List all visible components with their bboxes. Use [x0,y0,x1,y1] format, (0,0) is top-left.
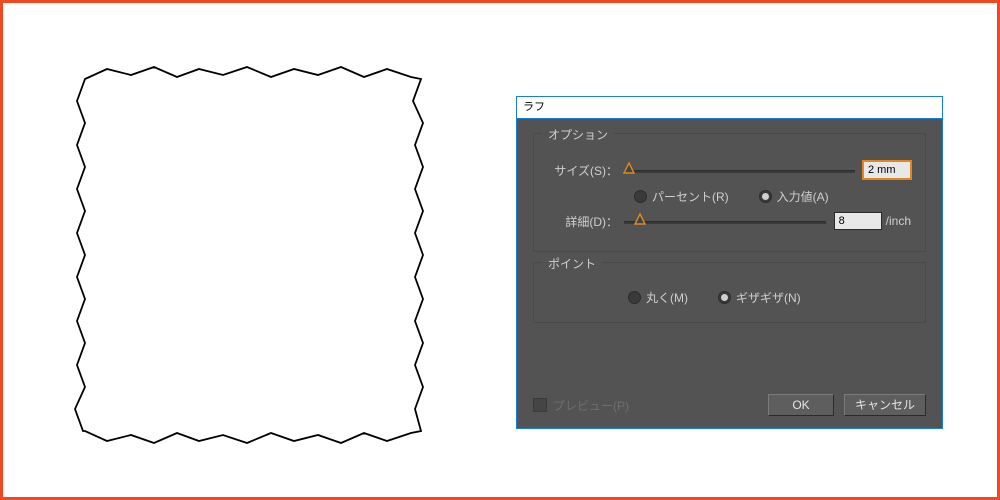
point-mode-corner[interactable]: ギザギザ(N) [718,289,801,306]
point-mode-radios: 丸く(M) ギザギザ(N) [628,289,911,306]
points-group: ポイント 丸く(M) ギザギザ(N) [533,262,926,323]
detail-unit: /inch [886,214,911,228]
button-row: OK キャンセル [768,394,926,416]
detail-slider-thumb[interactable] [634,213,646,225]
radio-icon [759,190,772,203]
radio-icon [628,291,641,304]
radio-label: パーセント(R) [652,188,729,205]
preview-label: プレビュー(P) [553,397,629,414]
points-title: ポイント [542,255,602,272]
radio-label: ギザギザ(N) [736,289,801,306]
size-mode-absolute[interactable]: 入力値(A) [759,188,829,205]
size-label: サイズ(S)： [548,162,618,179]
cancel-button[interactable]: キャンセル [844,394,926,416]
radio-icon [634,190,647,203]
slider-track [624,221,826,224]
slider-track [624,170,855,173]
roughen-dialog: ラフ オプション サイズ(S)： [516,96,943,429]
size-slider-thumb[interactable] [623,162,635,174]
options-group: オプション サイズ(S)： パーセント(R) [533,133,926,252]
checkbox-icon [533,398,547,412]
point-mode-smooth[interactable]: 丸く(M) [628,289,688,306]
detail-row: 詳細(D)： /inch [548,209,911,233]
size-mode-percent[interactable]: パーセント(R) [634,188,729,205]
radio-icon [718,291,731,304]
size-mode-radios: パーセント(R) 入力値(A) [634,188,911,205]
ok-button[interactable]: OK [768,394,834,416]
dialog-body: オプション サイズ(S)： パーセント(R) [517,119,942,428]
detail-input[interactable] [834,212,882,230]
preview-checkbox[interactable]: プレビュー(P) [533,397,629,414]
detail-label: 詳細(D)： [548,213,618,230]
dialog-footer: プレビュー(P) OK キャンセル [533,394,926,416]
app-frame: ラフ オプション サイズ(S)： [0,0,1000,500]
size-slider[interactable] [624,161,855,179]
radio-label: 入力値(A) [777,188,829,205]
size-input[interactable] [863,161,911,179]
options-title: オプション [542,126,614,143]
radio-label: 丸く(M) [646,289,688,306]
size-row: サイズ(S)： [548,158,911,182]
detail-slider[interactable] [624,212,826,230]
dialog-title: ラフ [517,97,942,119]
artwork-preview [59,55,439,458]
